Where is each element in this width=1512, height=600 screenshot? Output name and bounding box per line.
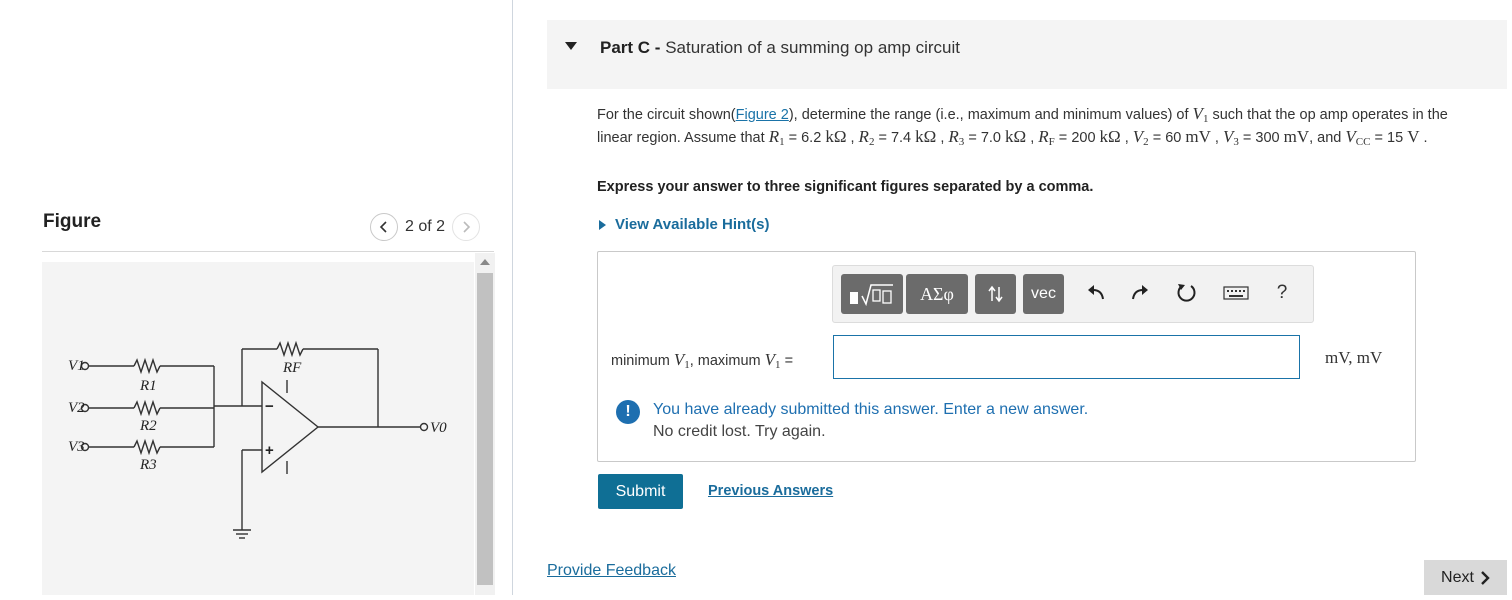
r1-value: 6.2	[801, 130, 822, 146]
help-button[interactable]: ?	[1269, 280, 1295, 306]
submit-button[interactable]: Submit	[598, 474, 683, 509]
next-figure-button[interactable]	[452, 213, 481, 241]
problem-statement: For the circuit shown(Figure 2), determi…	[597, 104, 1448, 149]
r3-value: 7.0	[980, 130, 1001, 146]
panel-divider	[512, 0, 513, 595]
unit-kohm-2: kΩ	[915, 127, 937, 146]
scroll-up-arrow-icon[interactable]	[480, 259, 490, 265]
previous-answers-link[interactable]: Previous Answers	[708, 483, 833, 499]
problem-and: , and	[1309, 130, 1346, 146]
part-header[interactable]: Part C - Saturation of a summing op amp …	[547, 20, 1507, 89]
answer-units: mV, mV	[1325, 348, 1383, 367]
math-rf: RF	[1038, 127, 1055, 149]
math-v3: V3	[1222, 127, 1239, 149]
warning-message: You have already submitted this answer. …	[653, 401, 1089, 418]
next-button[interactable]: Next	[1424, 560, 1507, 595]
keyboard-icon	[1223, 286, 1249, 300]
math-vcc: VCC	[1345, 127, 1371, 149]
problem-text-1: For the circuit shown(	[597, 107, 736, 123]
answer-label: minimum V1, maximum V1 =	[611, 350, 793, 371]
label-r1: R1	[139, 378, 157, 394]
unit-mv-2: mV	[1283, 127, 1310, 146]
updown-arrows-icon	[987, 285, 1003, 303]
figure-divider	[42, 251, 494, 252]
label-r3: R3	[139, 457, 157, 473]
redo-button[interactable]	[1127, 280, 1153, 306]
reset-icon	[1177, 284, 1196, 302]
keyboard-button[interactable]	[1221, 280, 1251, 306]
view-hints-toggle[interactable]: View Available Hint(s)	[599, 216, 770, 233]
math-r3: R3	[948, 127, 965, 149]
label-minus: −	[265, 398, 274, 415]
expand-triangle-icon	[599, 219, 606, 230]
vcc-value: 15	[1387, 130, 1404, 146]
template-icon	[850, 284, 893, 307]
greek-symbols-button[interactable]: ΑΣφ	[906, 274, 968, 314]
reset-button[interactable]	[1174, 280, 1200, 306]
label-v1: V1	[68, 358, 85, 374]
math-r2: R2	[858, 127, 875, 149]
answer-box: ΑΣφ vec ? minimum V1, maximum V1 = mV, m…	[597, 251, 1416, 462]
chevron-left-icon	[379, 221, 387, 233]
arrows-button[interactable]	[975, 274, 1016, 314]
figure-counter: 2 of 2	[405, 218, 446, 235]
next-label: Next	[1441, 568, 1474, 586]
label-rf: RF	[282, 360, 302, 376]
label-minimum: minimum	[611, 353, 674, 369]
figure-title: Figure	[43, 211, 102, 232]
previous-figure-button[interactable]	[370, 213, 398, 241]
math-toolbar: ΑΣφ vec ?	[832, 265, 1314, 323]
unit-kohm-4: kΩ	[1099, 127, 1121, 146]
rf-value: 200	[1071, 130, 1096, 146]
v2-value: 60	[1165, 130, 1182, 146]
v3-value: 300	[1255, 130, 1280, 146]
figure-scrollbar[interactable]	[475, 253, 495, 595]
provide-feedback-link[interactable]: Provide Feedback	[547, 562, 676, 580]
templates-button[interactable]	[841, 274, 903, 314]
part-title: Part C - Saturation of a summing op amp …	[600, 38, 960, 58]
r2-value: 7.4	[890, 130, 912, 146]
unit-v: V	[1407, 127, 1420, 146]
summing-amplifier-diagram: V1 V2 V3 R1 R2 R3 RF V0 − +	[68, 340, 447, 539]
label-plus: +	[265, 442, 274, 459]
chevron-right-icon	[1481, 570, 1490, 585]
label-maximum: , maximum	[689, 353, 765, 369]
collapse-caret-icon[interactable]	[565, 42, 577, 50]
redo-icon	[1132, 285, 1148, 300]
figure-2-link[interactable]: Figure 2	[736, 107, 789, 123]
label-r2: R2	[139, 418, 157, 434]
math-v1: V1	[1192, 104, 1209, 126]
label-vo: V0	[430, 420, 447, 436]
label-v1-min: V1	[673, 350, 690, 371]
part-prefix: Part C -	[600, 38, 661, 57]
scroll-thumb[interactable]	[477, 273, 493, 585]
alert-icon: !	[616, 400, 640, 424]
math-v2: V2	[1132, 127, 1149, 149]
undo-icon	[1088, 285, 1104, 300]
warning-submessage: No credit lost. Try again.	[653, 423, 826, 440]
unit-kohm-1: kΩ	[825, 127, 847, 146]
problem-text-2: ), determine the range (i.e., maximum an…	[788, 107, 1193, 123]
unit-kohm-3: kΩ	[1005, 127, 1027, 146]
label-v1-max: V1	[764, 350, 781, 371]
math-r1: R1	[768, 127, 785, 149]
figure-navigation: 2 of 2	[370, 213, 481, 241]
answer-instructions: Express your answer to three significant…	[597, 179, 1094, 195]
label-v2: V2	[68, 400, 85, 416]
vector-button[interactable]: vec	[1023, 274, 1064, 314]
circuit-figure: V1 V2 V3 R1 R2 R3 RF V0 − +	[42, 262, 474, 595]
label-v3: V3	[68, 439, 85, 455]
chevron-right-icon	[463, 221, 471, 233]
answer-input[interactable]	[833, 335, 1300, 379]
part-title-text: Saturation of a summing op amp circuit	[665, 38, 961, 57]
hint-label: View Available Hint(s)	[615, 216, 770, 233]
unit-mv-1: mV	[1185, 127, 1211, 146]
undo-button[interactable]	[1083, 280, 1109, 306]
label-equals: =	[780, 353, 794, 369]
